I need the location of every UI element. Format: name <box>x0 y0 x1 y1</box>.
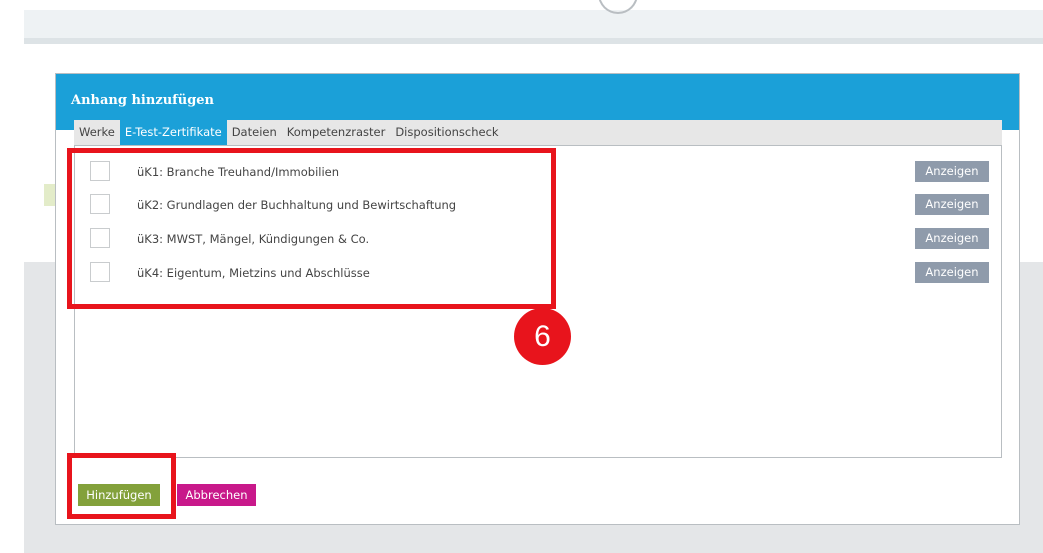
show-button[interactable]: Anzeigen <box>915 262 989 283</box>
tab-kompetenzraster[interactable]: Kompetenzraster <box>282 120 391 145</box>
tab-e-test-zertifikate[interactable]: E-Test-Zertifikate <box>119 120 227 145</box>
tab-dispositionscheck[interactable]: Dispositionscheck <box>390 120 503 145</box>
tab-werke[interactable]: Werke <box>74 120 120 145</box>
show-button[interactable]: Anzeigen <box>915 194 989 215</box>
background-header <box>24 10 1043 38</box>
tab-dateien[interactable]: Dateien <box>227 120 282 145</box>
highlight-add-button <box>67 453 176 519</box>
dialog-title: Anhang hinzufügen <box>71 93 215 108</box>
step-marker: 6 <box>514 308 571 365</box>
show-button[interactable]: Anzeigen <box>915 228 989 249</box>
show-button[interactable]: Anzeigen <box>915 161 989 182</box>
highlight-certificate-list <box>67 148 556 309</box>
tabs: Werke E-Test-Zertifikate Dateien Kompete… <box>74 120 504 145</box>
cancel-button[interactable]: Abbrechen <box>177 484 256 506</box>
